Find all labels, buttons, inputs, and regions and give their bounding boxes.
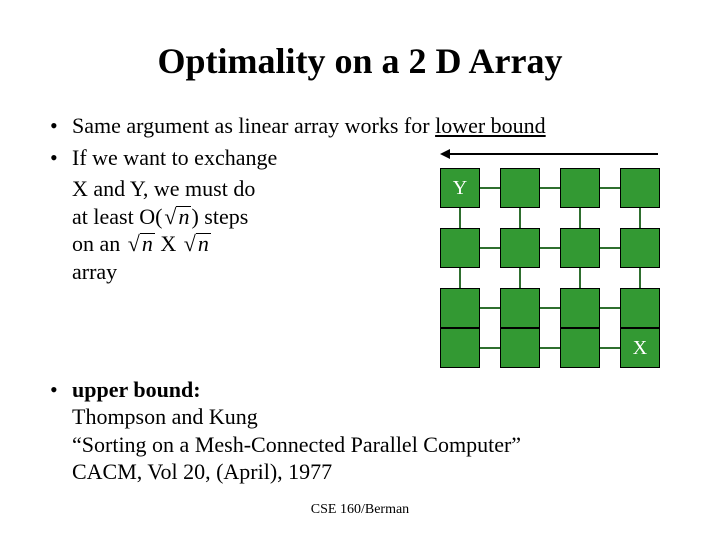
- bullet-2-line-2: at least O(√n) steps: [72, 203, 410, 231]
- grid-cell: [500, 228, 540, 268]
- bullet-3-line-1: Thompson and Kung: [72, 404, 258, 429]
- bullet-dot: •: [50, 144, 72, 172]
- cell-label-x: X: [620, 328, 660, 368]
- grid-cell: [440, 328, 480, 368]
- grid-cell: [620, 228, 660, 268]
- sqrt-expr-3: √n: [182, 230, 211, 258]
- sqrt-expr-1: √n: [162, 203, 191, 231]
- cell-label-y: Y: [440, 168, 480, 208]
- slide-footer: CSE 160/Berman: [0, 502, 720, 518]
- bullet-2-line-1: X and Y, we must do: [72, 175, 410, 203]
- bullet-dot: •: [50, 112, 72, 140]
- left-column: • If we want to exchange X and Y, we mus…: [50, 144, 410, 286]
- bullet-1: • Same argument as linear array works fo…: [50, 112, 670, 140]
- grid-cell: [500, 168, 540, 208]
- bullet-2-text: If we want to exchange: [72, 144, 410, 172]
- bullet-1-text: Same argument as linear array works for …: [72, 112, 670, 140]
- bullet-2-line-3: on an √n X √n: [72, 230, 410, 258]
- arrow-icon: [440, 148, 660, 160]
- grid-cell: [620, 168, 660, 208]
- bullet-2-line-2a: at least O(: [72, 204, 162, 229]
- content-row: • If we want to exchange X and Y, we mus…: [50, 144, 670, 358]
- bullet-2: • If we want to exchange: [50, 144, 410, 172]
- grid-cell: [500, 328, 540, 368]
- bullet-2-line-3a: on an: [72, 231, 126, 256]
- grid-cell: [620, 288, 660, 328]
- slide: Optimality on a 2 D Array • Same argumen…: [0, 0, 720, 540]
- bullet-2-line-2b: ) steps: [191, 204, 248, 229]
- sqrt-arg-3: n: [196, 233, 211, 255]
- bullet-2-line-3b: X: [160, 231, 176, 256]
- grid-cell: [440, 228, 480, 268]
- bullet-1-part-b: lower bound: [435, 113, 546, 138]
- sqrt-arg-2: n: [140, 233, 155, 255]
- grid-cell: [440, 288, 480, 328]
- bullet-2-line-4: array: [72, 258, 410, 286]
- grid-cell: [500, 288, 540, 328]
- sqrt-arg-1: n: [176, 206, 191, 228]
- bullet-3-line-3: CACM, Vol 20, (April), 1977: [72, 459, 332, 484]
- bullet-3-line-2: “Sorting on a Mesh-Connected Parallel Co…: [72, 432, 521, 457]
- grid-cell: [560, 328, 600, 368]
- bullet-3-label: upper bound:: [72, 377, 201, 402]
- bullet-3: • upper bound: Thompson and Kung “Sortin…: [50, 376, 670, 486]
- mesh-diagram: Y X: [430, 148, 670, 358]
- grid-cell: [560, 288, 600, 328]
- slide-title: Optimality on a 2 D Array: [50, 40, 670, 82]
- bullet-3-text: upper bound: Thompson and Kung “Sorting …: [72, 376, 670, 486]
- sqrt-expr-2: √n: [126, 230, 155, 258]
- grid-cell: [560, 168, 600, 208]
- bullet-1-part-a: Same argument as linear array works for: [72, 113, 435, 138]
- grid-cell: [560, 228, 600, 268]
- bullet-dot: •: [50, 376, 72, 486]
